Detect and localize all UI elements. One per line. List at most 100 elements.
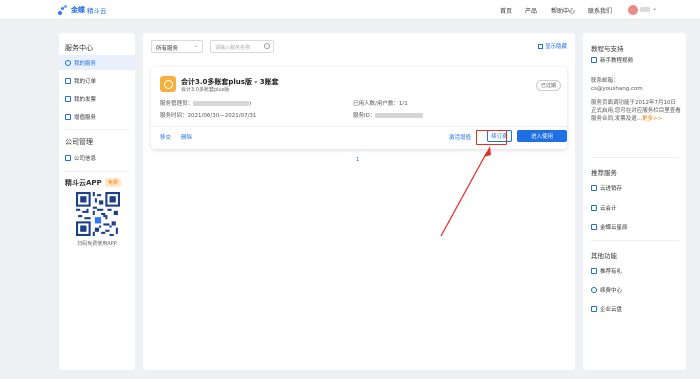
divider (65, 129, 129, 130)
refresh-icon (591, 287, 597, 293)
recommend-label: 云会计 (600, 206, 617, 212)
period-field: 服务时间：2021/06/30—2021/07/31 (160, 111, 256, 119)
search-icon (264, 43, 270, 49)
other-item-renewal-center[interactable]: 续费中心 (591, 286, 622, 294)
other-item-referral[interactable]: 推荐有礼 (591, 267, 622, 275)
support-title: 教程与支持 (591, 45, 624, 53)
top-bar: 金蝶 精斗云 首页 产品 帮助中心 联系我们 ⌄ (0, 0, 700, 20)
other-label: 推荐有礼 (600, 269, 623, 275)
other-label: 续费中心 (600, 288, 623, 294)
sidebar-section-company: 公司管理 (65, 138, 93, 146)
invoice-icon (65, 95, 71, 102)
users-field: 已用人数/用户数：1/1 (353, 99, 408, 107)
sidebar-item-my-services[interactable]: 我的服务 (59, 55, 135, 70)
transfer-link[interactable]: 移交 (160, 133, 171, 141)
sidebar-section-service: 服务中心 (65, 44, 93, 52)
enter-button[interactable]: 进入使用 (517, 130, 567, 142)
contact-label: 联系邮箱： (591, 78, 619, 84)
service-id-label: 服务ID： (353, 113, 376, 119)
admin-field: 服务管理员：) (160, 99, 251, 107)
qr-code (76, 192, 120, 236)
app-title: 精斗云APP (65, 179, 102, 187)
toggle-expired-label: 显示隐藏 (544, 44, 567, 50)
highlight-box (476, 130, 507, 145)
product-icon (160, 76, 176, 92)
divider (591, 157, 679, 158)
gift-icon (591, 268, 597, 274)
chevron-down-icon: ⌄ (193, 43, 198, 49)
other-label: 企业云盘 (600, 307, 623, 313)
main-content: 所有服务 ⌄ 请输入服务名称 显示隐藏 会计3.0多账套plus版 - 3账套 … (143, 33, 575, 370)
username-blurred (640, 7, 650, 12)
nav-products[interactable]: 产品 (525, 6, 537, 15)
service-filter-select[interactable]: 所有服务 ⌄ (151, 40, 203, 53)
status-badge: 已过期 (535, 80, 561, 91)
divider (151, 126, 567, 127)
period-value: 2021/06/30—2021/07/31 (187, 113, 257, 119)
qr-caption: 扫码免费使用APP (77, 241, 117, 247)
video-icon (591, 57, 597, 63)
building-icon (65, 154, 71, 161)
users-value: 1/1 (398, 101, 408, 107)
admin-value-blurred (193, 101, 250, 106)
sidebar-item-label: 我的服务 (74, 60, 97, 67)
admin-suffix: ) (249, 101, 252, 107)
logo-mark-icon (58, 5, 69, 15)
service-id-field: 服务ID： (353, 111, 424, 119)
sidebar-item-value-added[interactable]: 增值服务 (59, 109, 135, 124)
delete-link[interactable]: 删除 (181, 133, 192, 141)
recommend-item-accounting[interactable]: 云会计 (591, 204, 617, 212)
nav-home[interactable]: 首页 (500, 6, 512, 15)
cloud-icon (591, 224, 597, 230)
free-badge: 免费 (105, 178, 122, 187)
nav-help[interactable]: 帮助中心 (551, 6, 575, 15)
notice-text: 服务页面调功能于2012年7月10日正式启用,您可在对应服务栏目里查看服务合同,… (591, 99, 681, 123)
search-placeholder: 请输入服务名称 (215, 45, 251, 51)
toggle-expired[interactable]: 显示隐藏 (537, 42, 567, 50)
sidebar-item-label: 增值服务 (74, 114, 97, 121)
sidebar-item-label: 我的发票 (74, 96, 97, 103)
logo-text: 金蝶 (71, 6, 85, 14)
sidebar-item-company-info[interactable]: 公司信息 (59, 150, 135, 165)
eye-icon (537, 43, 543, 49)
sidebar-item-my-orders[interactable]: 我的订单 (59, 73, 135, 88)
contact-email[interactable]: cs@youshang.com (591, 85, 681, 93)
activate-addon-link[interactable]: 激活增值 (449, 133, 471, 141)
service-id-blurred (375, 113, 424, 118)
tutorial-label: 新手教程视频 (600, 58, 634, 64)
gear-icon (65, 59, 71, 66)
other-item-cloud-disk[interactable]: 企业云盘 (591, 305, 622, 313)
product-subtitle: 会计3.0多账套plus版 (181, 87, 230, 93)
other-title: 其他功能 (591, 252, 617, 260)
service-icon (65, 113, 71, 120)
logo[interactable]: 金蝶 精斗云 (58, 4, 107, 16)
search-input[interactable]: 请输入服务名称 (210, 40, 274, 53)
recommend-label: 云进销存 (600, 186, 623, 192)
logo-subtitle: 精斗云 (87, 7, 107, 15)
divider (65, 171, 129, 172)
cloud-disk-icon (591, 306, 597, 312)
nav-contact[interactable]: 联系我们 (588, 6, 612, 15)
cloud-icon (591, 185, 597, 191)
sidebar-item-label: 公司信息 (74, 155, 97, 162)
chevron-down-icon[interactable]: ⌄ (652, 5, 657, 12)
tutorial-link[interactable]: 新手教程视频 (591, 56, 633, 64)
more-link[interactable]: 更多>> (642, 116, 662, 122)
admin-label: 服务管理员： (160, 101, 194, 107)
order-icon (65, 77, 71, 84)
recommend-item-inventory[interactable]: 云进销存 (591, 184, 622, 192)
recommend-label: 金蝶云星辰 (600, 225, 628, 231)
sidebar-item-label: 我的订单 (74, 78, 97, 85)
divider (591, 240, 679, 241)
right-panel: 教程与支持 新手教程视频 联系邮箱： cs@youshang.com 服务页面调… (583, 33, 686, 370)
sidebar: 服务中心 我的服务 我的订单 我的发票 增值服务 公司管理 公司信息 精斗云AP… (59, 33, 135, 370)
recommend-item-xingchen[interactable]: 金蝶云星辰 (591, 223, 628, 231)
period-label: 服务时间： (160, 113, 188, 119)
sidebar-item-my-invoices[interactable]: 我的发票 (59, 91, 135, 106)
select-value: 所有服务 (156, 46, 179, 52)
users-label: 已用人数/用户数： (353, 101, 399, 107)
recommend-title: 推荐服务 (591, 169, 617, 177)
avatar[interactable] (628, 5, 638, 15)
cloud-icon (591, 205, 597, 211)
pagination-current[interactable]: 1 (356, 157, 360, 163)
